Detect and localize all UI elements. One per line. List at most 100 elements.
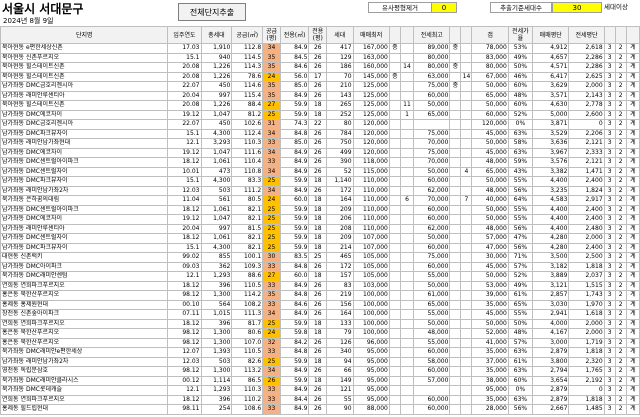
table-row[interactable]: 영천동 독립문삼호 98.12 1,300 113.2 34 84.9 26 66 95,000…: [0, 366, 640, 377]
table-cell: 35: [262, 81, 281, 92]
table-row[interactable]: 북가좌동 DMC래미안클라시스 00.12 1,114 86.5 26 59.9 18 149…: [0, 375, 640, 386]
table-cell: 750: [326, 138, 354, 149]
table-row[interactable]: 연희동 연희파크푸르지오 18.12 396 110.2 33 84.4 26 55 95,00…: [0, 394, 640, 405]
column-header[interactable]: [614, 26, 627, 44]
column-header[interactable]: [449, 26, 462, 44]
extract-all-button[interactable]: 전체단지추출: [178, 3, 246, 21]
table-cell: 3: [603, 356, 616, 367]
table-row[interactable]: 남가좌동 DMC센트럴자이 10.01 473 110.8 34 84.9 26 52 115,…: [0, 166, 640, 177]
table-cell: 120,000: [471, 119, 509, 130]
table-cell: [388, 157, 401, 168]
table-cell: 120,000: [352, 138, 390, 149]
table-cell: 계: [625, 166, 640, 177]
table-row[interactable]: 남가좌동 DMC에코자이 19.12 1,047 111.6 34 84.9 26 499 12…: [0, 147, 640, 158]
table-row[interactable]: 대현동 신촌럭키 99.02 855 100.1 30 83.5 25 465 105,000 7…: [0, 252, 640, 263]
table-cell: 35,000: [471, 394, 509, 405]
table-cell: 164: [326, 309, 354, 320]
table-row[interactable]: 남가좌동 래미안남가좌2차 12.03 503 111.2 34 84.9 26 172 110…: [0, 185, 640, 196]
similar-size-value[interactable]: 0: [431, 2, 457, 13]
table-row[interactable]: 남가좌동 DMC센트럴아이파크 18.12 1,061 110.4 33 84.9 26 39…: [0, 157, 640, 168]
column-header[interactable]: 공급(㎡): [231, 26, 264, 44]
table-cell: 52%: [507, 109, 534, 120]
table-cell: [399, 138, 415, 149]
table-cell: [449, 318, 462, 329]
table-row[interactable]: 북가좌동 DMC롯데캐슬 12.1 1,293 110.3 33 84.9 26 121 95,…: [0, 385, 640, 396]
column-header[interactable]: 매매평단: [532, 26, 570, 44]
table-cell: [449, 385, 462, 396]
table-row[interactable]: 북가좌동 은하꿈의대림 11.04 561 80.5 24 60.0 18 164 110,00…: [0, 195, 640, 206]
table-row[interactable]: 남가좌동 DMC아이파크 09.03 362 109.3 33 84.8 26 172 105,…: [0, 261, 640, 272]
table-row[interactable]: 연희동 연희파크푸르지오 18.12 396 81.7 25 59.9 18 133 100,0…: [0, 318, 640, 329]
column-header[interactable]: 총세대: [200, 26, 233, 44]
table-row[interactable]: 남가좌동 DMC센트럴아이파크 18.12 1,061 82.1 25 59.9 18 209…: [0, 204, 640, 215]
table-cell: 85.0: [279, 138, 310, 149]
table-row[interactable]: 홍제동 홍제원현대 00.10 564 108.2 33 84.6 26 156 100,000…: [0, 299, 640, 310]
table-row[interactable]: 연희동 연희파크푸르지오 18.12 396 110.5 33 84.9 26 83 103,0…: [0, 280, 640, 291]
column-header[interactable]: [388, 26, 401, 44]
table-row[interactable]: 남가좌동 DMC파크뷰자이 15.1 4,300 83.3 25 59.9 18 1,140 1…: [0, 176, 640, 187]
column-header[interactable]: 공급(평): [262, 26, 281, 44]
table-row[interactable]: 남가좌동 래미안남가좌현대 12.1 3,293 110.3 33 85.0 26 750 12…: [0, 138, 640, 149]
column-header[interactable]: 전세최고: [413, 26, 451, 44]
table-row[interactable]: 홍은동 북한산푸르지오 98.12 1,300 107.0 32 84.2 26 126 96,…: [0, 337, 640, 348]
column-header[interactable]: 단지명: [0, 26, 169, 44]
table-row[interactable]: 북가좌동 DMC래미안e편한세상 12.07 1,393 110.5 33 84.8 26 3…: [0, 347, 640, 358]
household-threshold-value[interactable]: 30: [552, 2, 602, 13]
table-row[interactable]: 남가좌동 DMC에코자이 19.12 1,047 82.1 25 59.9 18 206 110…: [0, 214, 640, 225]
table-row[interactable]: 남가좌동 DMC파크뷰자이 15.1 4,300 112.4 34 84.8 26 784 12…: [0, 128, 640, 139]
table-cell: 103,000: [352, 280, 390, 291]
column-header[interactable]: 전세가율: [507, 26, 534, 44]
table-cell: 4,400: [532, 214, 570, 225]
column-header[interactable]: 매매최저: [352, 26, 390, 44]
table-cell: 3,000: [532, 337, 570, 348]
column-header[interactable]: 갭: [471, 26, 509, 44]
table-cell: [388, 119, 401, 130]
table-cell: 3: [603, 119, 616, 130]
table-row[interactable]: 북아현동 신촌푸르지오 15.1 940 114.5 35 84.5 26 129 163,00…: [0, 52, 640, 63]
table-row[interactable]: 북아현동 힐스테이트신촌 20.08 1,226 88.4 27 59.9 18 265 125…: [0, 100, 640, 111]
table-row[interactable]: 북가좌동 DMC래미안센텀 12.1 1,293 88.6 27 60.0 18 157 105…: [0, 271, 640, 282]
column-header[interactable]: [399, 26, 415, 44]
table-cell: 95,000: [352, 375, 390, 386]
table-row[interactable]: 남가좌동 DMC금호리첸시아 22.07 450 114.6 35 85.0 26 210 12…: [0, 81, 640, 92]
table-row[interactable]: 남가좌동 DMC파크뷰자이 15.1 4,300 82.1 25 59.9 18 214 107…: [0, 242, 640, 253]
table-cell: 48%: [507, 90, 534, 101]
table-row[interactable]: 북아현동 힐스테이트신촌 20.08 1,226 78.6 24 56.0 17 70 145,…: [0, 71, 640, 82]
table-row[interactable]: 남가좌동 래미안남가좌2차 12.03 503 82.6 25 59.9 18 94 95,00…: [0, 356, 640, 367]
column-header[interactable]: 전용(㎡): [279, 26, 310, 44]
table-cell: 120,000: [352, 119, 390, 130]
table-row[interactable]: 남가좌동 래미안루센티아 20.04 997 81.5 25 59.9 18 208 110,0…: [0, 223, 640, 234]
table-row[interactable]: 홍은동 북한산푸르지오 98.12 1,300 80.6 24 59.8 18 79 100,0…: [0, 328, 640, 339]
table-cell: 계: [625, 176, 640, 187]
table-cell: 2,600: [568, 109, 605, 120]
table-row[interactable]: 남가좌동 DMC금호리첸시아 22.07 450 102.6 31 74.3 22 80 120…: [0, 119, 640, 130]
table-cell: [388, 242, 401, 253]
table-cell: 167,000: [352, 43, 390, 54]
table-row[interactable]: 남가좌동 DMC센트럴자이 18.12 1,061 82.1 25 59.9 18 209 10…: [0, 233, 640, 244]
column-header[interactable]: 세대: [326, 26, 354, 44]
column-header[interactable]: 전용(평): [308, 26, 328, 44]
table-row[interactable]: 북아현동 힐스테이트신촌 20.08 1,226 114.3 35 84.6 26 186 16…: [0, 62, 640, 73]
table-row[interactable]: 홍제동 힐드립현대 98.11 254 108.6 33 84.9 26 90 88,000 60…: [0, 404, 640, 415]
table-cell: 35,000: [471, 299, 509, 310]
table-row[interactable]: 창천동 신촌숲아이파크 07.11 1,015 111.3 34 84.9 26 164 100…: [0, 309, 640, 320]
table-cell: 계: [625, 214, 640, 225]
table-cell: 2,778: [568, 100, 605, 111]
column-header[interactable]: 입주연도: [167, 26, 202, 44]
complex-name-cell: 북가좌동 DMC래미안e편한세상: [0, 347, 169, 358]
table-cell: 계: [625, 366, 640, 377]
table-cell: 80,000: [413, 52, 451, 63]
table-cell: [460, 280, 473, 291]
table-row[interactable]: 북아현동 e편한세상신촌 17.03 1,910 112.8 34 84.9 26 417 16…: [0, 43, 640, 54]
table-row[interactable]: 남가좌동 래미안루센티아 20.04 997 115.4 35 84.9 26 143 125,…: [0, 90, 640, 101]
table-row[interactable]: 남가좌동 DMC에코자이 19.12 1,047 81.2 25 59.9 18 252 125…: [0, 109, 640, 120]
column-header[interactable]: 전세평단: [568, 26, 605, 44]
column-header[interactable]: [603, 26, 616, 44]
table-cell: 111.6: [231, 147, 264, 158]
table-row[interactable]: 홍은동 북한산푸르지오 98.12 1,300 114.2 35 84.8 26 219 100…: [0, 290, 640, 301]
column-header[interactable]: [625, 26, 640, 44]
table-cell: 118,000: [352, 157, 390, 168]
column-header[interactable]: [460, 26, 473, 44]
table-cell: 40,000: [471, 195, 509, 206]
table-cell: 계: [625, 394, 640, 405]
